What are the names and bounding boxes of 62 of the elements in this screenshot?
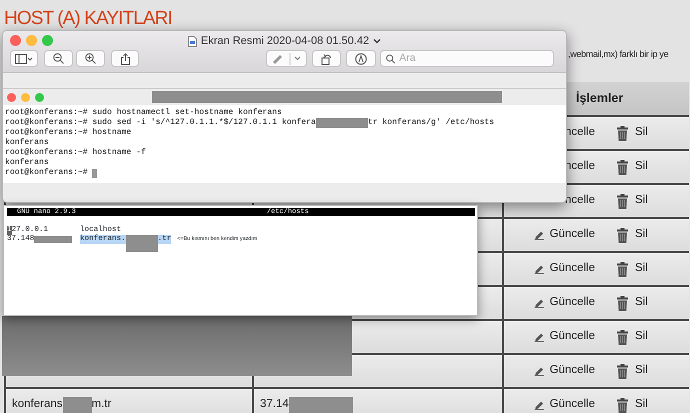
terminal-line: konferans	[5, 158, 49, 168]
terminal-line: tr konferans/g' /etc/hosts	[368, 118, 494, 128]
terminal-line: root@konferans:~# hostname -f	[5, 148, 146, 158]
share-icon	[120, 52, 130, 64]
trash-icon[interactable]	[617, 194, 628, 208]
delete-link[interactable]: Sil	[635, 362, 648, 380]
document-icon	[188, 36, 197, 47]
search-field[interactable]: Ara	[380, 50, 554, 67]
delete-link[interactable]: Sil	[635, 294, 648, 312]
delete-link[interactable]: Sil	[635, 396, 648, 413]
redaction-block	[316, 118, 368, 128]
search-icon	[386, 54, 396, 64]
trash-icon[interactable]	[617, 160, 628, 174]
host-text: m.tr	[92, 397, 112, 412]
edit-link[interactable]: Güncelle	[550, 396, 595, 413]
search-input[interactable]: Ara	[399, 50, 553, 66]
redaction-block	[126, 235, 158, 252]
trash-icon[interactable]	[617, 262, 628, 276]
host-text: konferans	[12, 397, 63, 412]
rotate-button[interactable]	[312, 50, 341, 67]
redaction-block	[34, 236, 72, 243]
delete-link[interactable]: Sil	[635, 192, 648, 210]
edit-link[interactable]: Güncelle	[550, 260, 595, 278]
sidebar-button[interactable]	[10, 50, 38, 67]
trash-icon[interactable]	[617, 126, 628, 140]
terminal-line: konferans	[5, 138, 49, 148]
trash-icon[interactable]	[617, 228, 628, 242]
zoom-in-button[interactable]	[76, 50, 105, 67]
terminal-line: root@konferans:~#	[5, 168, 89, 178]
trash-icon[interactable]	[617, 330, 628, 344]
zoom-out-button[interactable]	[44, 50, 73, 67]
trash-icon[interactable]	[617, 296, 628, 310]
terminal-line: root@konferans:~# hostname	[5, 128, 132, 138]
markup-icon	[355, 52, 367, 64]
edit-link[interactable]: Güncelle	[550, 362, 595, 380]
terminal-cursor	[92, 168, 98, 178]
zoom-in-icon	[85, 53, 96, 64]
ip-text: 37.14	[260, 397, 289, 412]
delete-link[interactable]: Sil	[635, 328, 648, 346]
trash-icon[interactable]	[617, 398, 628, 412]
redaction-block	[62, 397, 92, 413]
delete-link[interactable]: Sil	[635, 158, 648, 176]
sidebar-icon	[15, 54, 33, 64]
edit-link[interactable]: Güncelle	[550, 226, 595, 244]
delete-link[interactable]: Sil	[635, 124, 648, 142]
share-button[interactable]	[111, 50, 139, 67]
rotate-icon	[321, 52, 332, 64]
page-title: HOST (A) KAYITLARI	[3, 7, 173, 31]
delete-link[interactable]: Sil	[635, 226, 648, 244]
terminal-line: root@konferans:~# sudo sed -i 's/^127.0.1.1.*$/127.0.1.1 konfera	[5, 118, 316, 128]
chevron-icon[interactable]	[373, 38, 382, 44]
markup-pen-button[interactable]	[266, 50, 307, 67]
intro-text: ,webmail,mx) farklı bir ip ye	[568, 48, 668, 61]
window-title: Ekran Resmi 2020-04-08 01.50.42	[200, 34, 370, 49]
trash-icon[interactable]	[617, 364, 628, 378]
markup-button[interactable]	[346, 50, 376, 67]
edit-link[interactable]: Güncelle	[550, 294, 595, 312]
terminal-line: root@konferans:~# sudo hostnamectl set-hostname konferans	[5, 108, 282, 118]
delete-link[interactable]: Sil	[635, 260, 648, 278]
zoom-out-icon	[53, 53, 64, 64]
edit-link[interactable]: ncelle	[564, 192, 595, 210]
edit-link[interactable]: Güncelle	[550, 328, 595, 346]
